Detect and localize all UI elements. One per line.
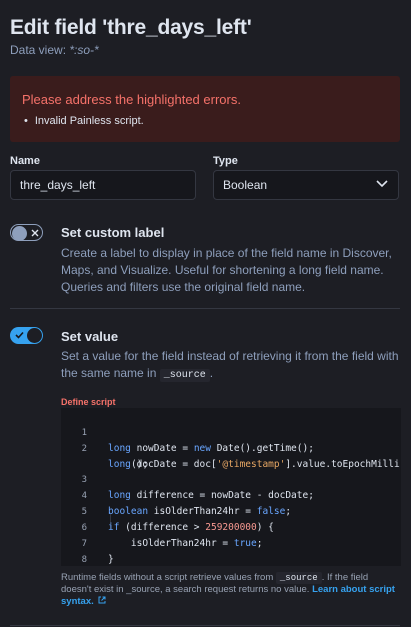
set-value-desc-suffix: . xyxy=(209,366,214,380)
type-select-value: Boolean xyxy=(223,178,268,192)
code-line: 2 long docDate = doc['@timestamp'].value… xyxy=(61,427,401,470)
name-input[interactable]: thre_days_left xyxy=(10,170,196,200)
code-line: 8 emit(isOlderThan24hr); xyxy=(61,538,401,565)
error-item: Invalid Painless script. xyxy=(24,115,144,127)
bottom-divider xyxy=(10,625,400,626)
name-label: Name xyxy=(10,155,40,167)
toggle-knob xyxy=(12,226,27,241)
code-line: 4 boolean isOlderThan24hr = false; xyxy=(61,474,401,517)
section-divider xyxy=(10,308,400,309)
cross-icon xyxy=(31,229,39,237)
set-value-description: Set a value for the field instead of ret… xyxy=(61,348,401,384)
error-callout-title: Please address the highlighted errors. xyxy=(22,92,241,107)
set-value-title: Set value xyxy=(61,329,119,344)
code-line: 5 if (difference > 259200000) { xyxy=(61,490,401,533)
data-view-subtitle: Data view: *:so-* xyxy=(10,43,99,57)
code-line: 1 long nowDate = new Date().getTime(); xyxy=(61,411,401,454)
type-label: Type xyxy=(213,155,238,167)
code-line-wrapped: (); xyxy=(61,442,401,470)
set-value-toggle[interactable] xyxy=(10,327,43,344)
code-line: 6 isOlderThan24hr = true; xyxy=(61,506,401,549)
external-link-icon xyxy=(98,596,106,604)
source-code-token: _source xyxy=(159,369,210,382)
error-callout: Please address the highlighted errors. I… xyxy=(10,76,400,142)
type-select[interactable]: Boolean xyxy=(213,170,399,200)
custom-label-toggle[interactable] xyxy=(10,224,43,241)
error-list: Invalid Painless script. xyxy=(24,115,144,127)
chevron-down-icon xyxy=(376,180,388,188)
help-prefix: Runtime fields without a script retrieve… xyxy=(61,572,274,583)
edit-field-flyout: Edit field 'thre_days_left' Data view: *… xyxy=(0,0,411,627)
code-text: } xyxy=(108,554,114,565)
define-script-label: Define script xyxy=(61,397,116,407)
set-value-desc-prefix: Set a value for the field instead of ret… xyxy=(61,349,399,380)
script-help-text: Runtime fields without a script retrieve… xyxy=(61,572,401,608)
line-number: 8 xyxy=(81,555,87,565)
toggle-knob xyxy=(27,328,42,343)
custom-label-description: Create a label to display in place of th… xyxy=(61,246,392,294)
code-line: 7 } xyxy=(61,522,401,565)
page-title: Edit field 'thre_days_left' xyxy=(10,16,252,39)
script-editor[interactable]: 1 long nowDate = new Date().getTime(); 2… xyxy=(61,408,401,566)
subtitle-prefix: Data view: xyxy=(10,43,67,57)
check-icon xyxy=(15,331,24,339)
help-source-token: _source xyxy=(275,572,322,584)
custom-label-title: Set custom label xyxy=(61,225,165,240)
subtitle-value: *:so-* xyxy=(69,43,99,57)
code-line: 3 long difference = nowDate - docDate; xyxy=(61,458,401,501)
